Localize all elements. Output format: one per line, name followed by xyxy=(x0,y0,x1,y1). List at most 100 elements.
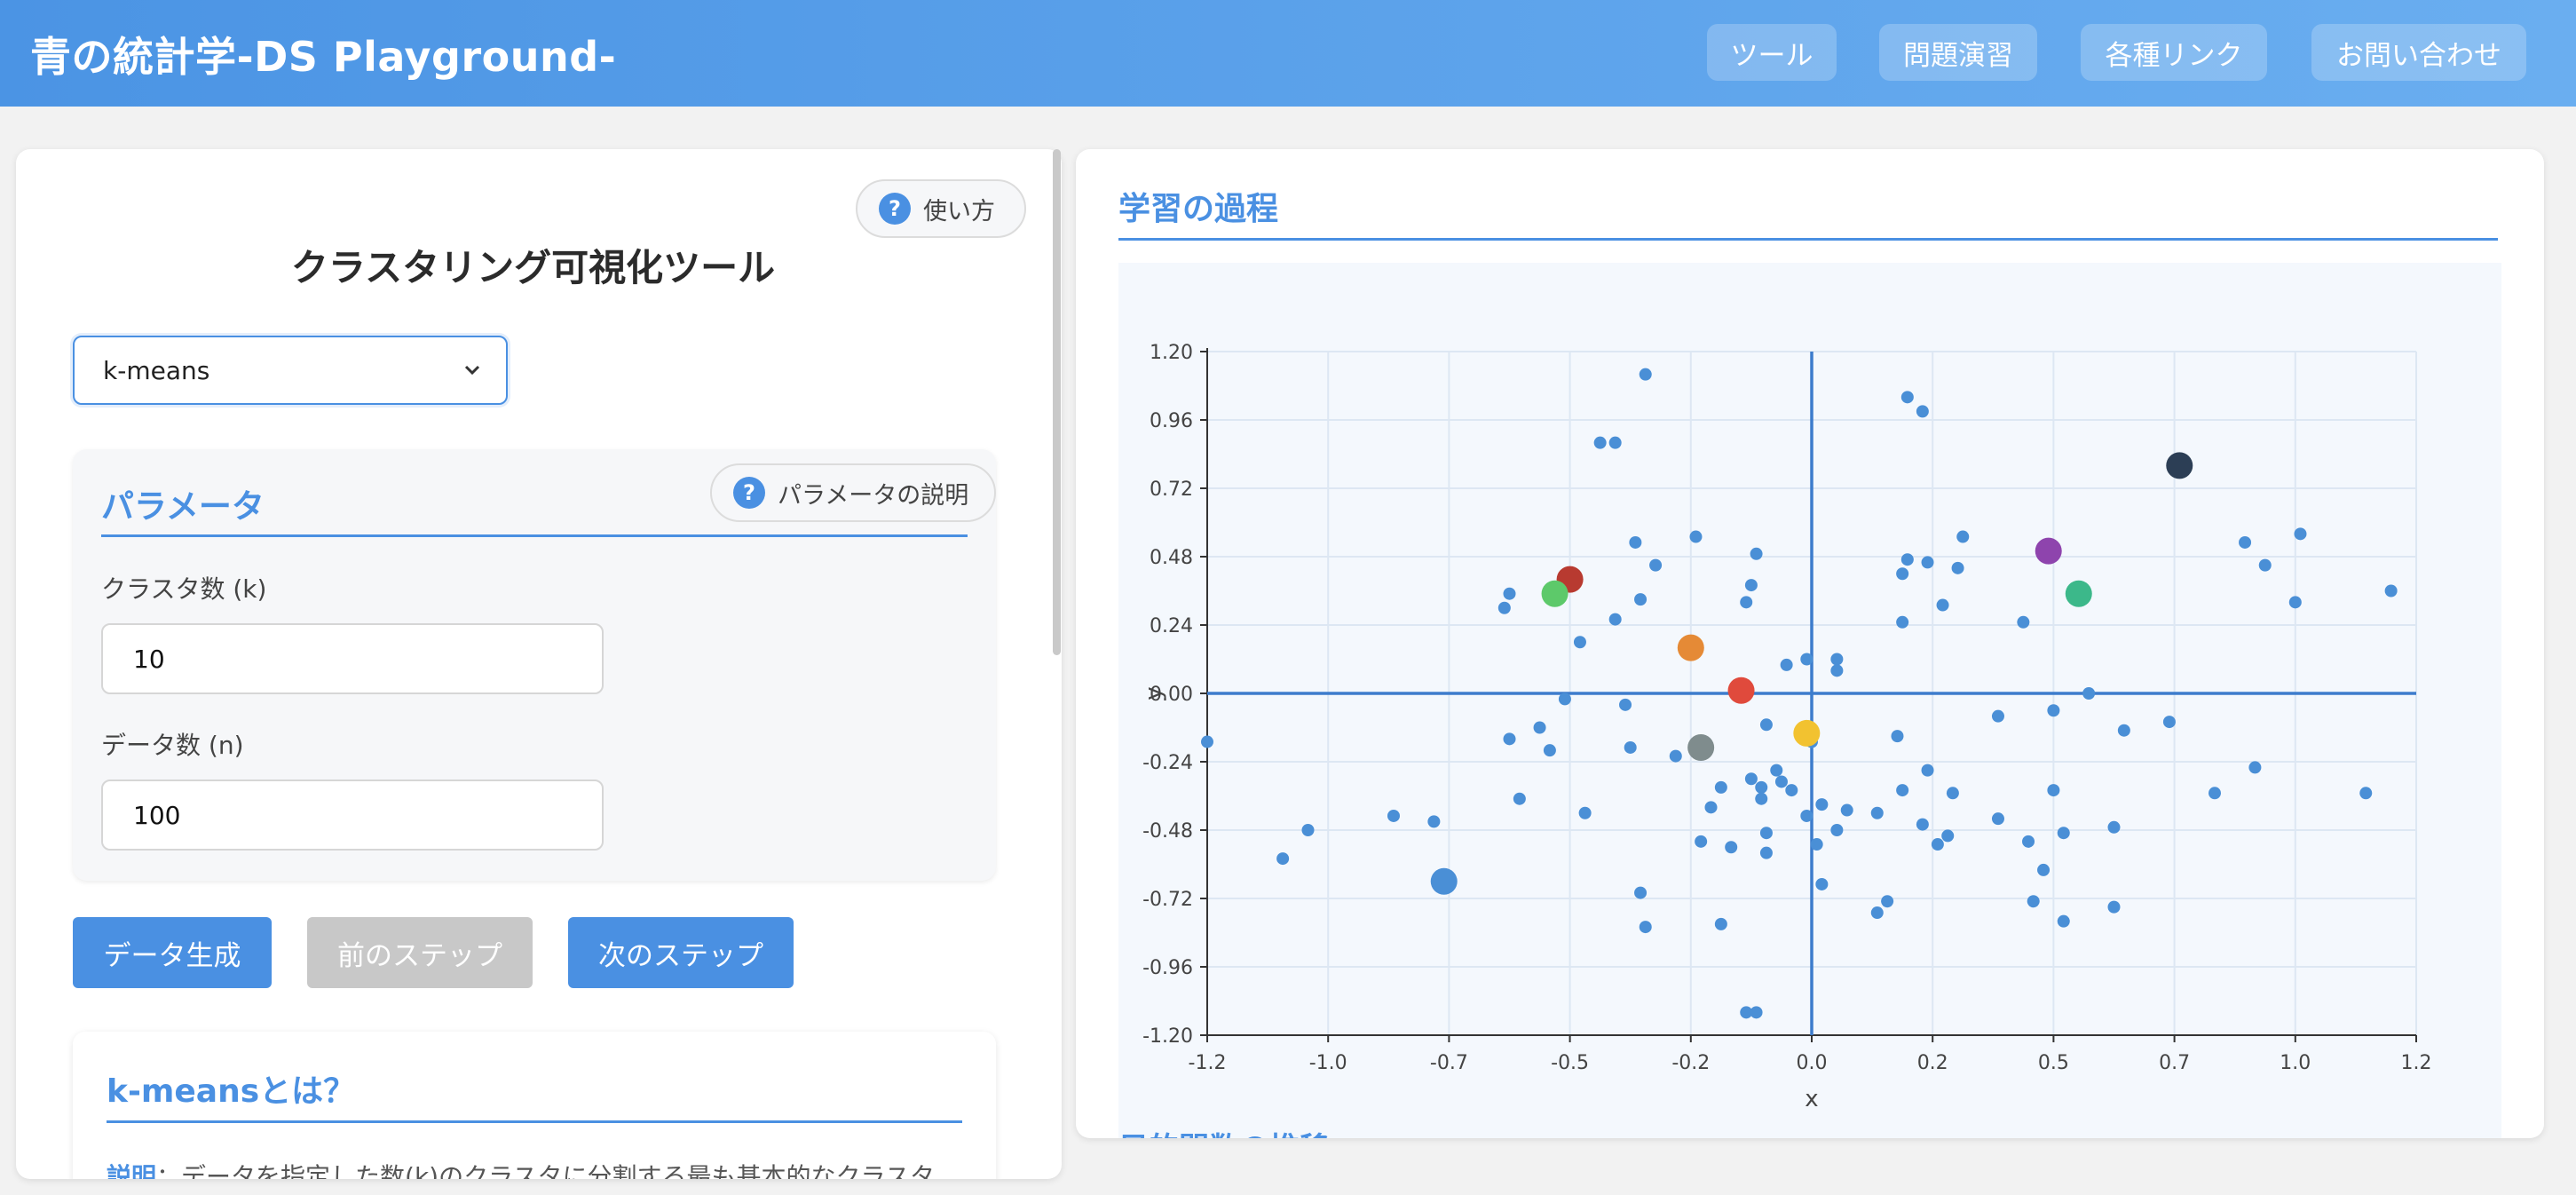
data-point xyxy=(2162,716,2176,729)
nav-tools-button[interactable]: ツール xyxy=(1707,24,1837,81)
y-tick-label: -0.24 xyxy=(1142,752,1193,774)
chart-area: -1.2 -1.0 -0.7 -0.5 -0.2 0.0 0.2 0.5 0.7 1.0 1.2 1.… xyxy=(1118,263,2501,1138)
centroid-point xyxy=(1793,719,1821,747)
centroid-point xyxy=(1541,580,1569,607)
objective-title: 目的関数の推移 xyxy=(1118,1124,1330,1138)
data-point xyxy=(1639,921,1652,934)
data-point xyxy=(1946,787,1959,800)
data-point xyxy=(2047,704,2060,717)
section-divider xyxy=(107,1120,962,1123)
info-description: 説明：データを指定した数(k)のクラスタに分割する最も基本的なクラスタ xyxy=(107,1158,985,1179)
data-point xyxy=(1744,579,1758,592)
y-tick-label: -1.20 xyxy=(1142,1025,1193,1048)
data-point xyxy=(1573,636,1586,649)
parameter-help-label: パラメータの説明 xyxy=(778,481,969,510)
data-point xyxy=(1201,735,1213,748)
data-point xyxy=(1578,806,1592,819)
x-tick-label: -1.2 xyxy=(1189,1052,1227,1074)
section-divider xyxy=(101,534,968,537)
data-point xyxy=(2022,835,2035,848)
parameter-panel: パラメータ ? パラメータの説明 クラスタ数 (k) 10 データ数 (n) 1… xyxy=(73,449,996,881)
data-point xyxy=(1941,829,1955,843)
data-point xyxy=(1830,653,1844,666)
x-tick-label: 0.7 xyxy=(2159,1052,2190,1074)
left-panel-scrollbar[interactable] xyxy=(1053,149,1061,655)
data-point xyxy=(2239,535,2252,549)
parameter-title: パラメータ xyxy=(101,487,265,526)
data-point xyxy=(1921,764,1934,777)
data-point xyxy=(2359,787,2373,800)
data-point xyxy=(1669,749,1682,763)
data-point xyxy=(2258,558,2272,572)
chevron-down-icon xyxy=(464,365,480,376)
data-point xyxy=(1624,740,1637,754)
data-point xyxy=(1704,801,1718,814)
y-tick-label: -0.72 xyxy=(1142,889,1193,911)
data-point xyxy=(1759,718,1773,732)
usage-help-button[interactable]: ? 使い方 xyxy=(856,179,1026,238)
scatter-plot[interactable]: -1.2 -1.0 -0.7 -0.5 -0.2 0.0 0.2 0.5 0.7 1.0 1.2 1.… xyxy=(1118,263,2501,1138)
data-point xyxy=(1276,852,1290,866)
nav-links-button[interactable]: 各種リンク xyxy=(2081,24,2267,81)
data-point xyxy=(2384,584,2398,598)
y-tick-label: 1.20 xyxy=(1150,342,1193,364)
next-step-button[interactable]: 次のステップ xyxy=(568,917,794,988)
data-point xyxy=(1900,553,1914,566)
data-point xyxy=(1608,613,1622,626)
x-tick-label: 1.2 xyxy=(2401,1052,2432,1074)
generate-data-button[interactable]: データ生成 xyxy=(73,917,272,988)
algorithm-select[interactable]: k-means xyxy=(73,336,508,405)
nav-exercises-button[interactable]: 問題演習 xyxy=(1879,24,2037,81)
data-point xyxy=(1921,556,1934,569)
data-point xyxy=(1714,917,1727,930)
info-desc-label: 説明 xyxy=(107,1162,157,1179)
data-point xyxy=(1774,775,1788,788)
data-point xyxy=(1840,803,1853,817)
data-point xyxy=(1896,615,1909,629)
data-point xyxy=(2248,761,2262,774)
question-icon: ? xyxy=(733,477,765,509)
x-tick-label: -0.7 xyxy=(1430,1052,1468,1074)
data-point xyxy=(1815,798,1829,811)
x-tick-label: 0.5 xyxy=(2038,1052,2069,1074)
centroid-point xyxy=(2035,537,2062,565)
data-point xyxy=(1497,601,1511,614)
data-point xyxy=(1870,806,1884,819)
data-point xyxy=(1916,818,1929,831)
data-point xyxy=(1750,547,1763,560)
parameter-help-button[interactable]: ? パラメータの説明 xyxy=(710,463,996,522)
data-point xyxy=(1951,561,1964,574)
y-tick-label: -0.96 xyxy=(1142,957,1193,979)
centroid-point xyxy=(1687,733,1715,761)
data-point xyxy=(1755,780,1768,794)
question-icon: ? xyxy=(879,193,911,225)
data-point xyxy=(1900,391,1914,404)
data-point xyxy=(2107,900,2121,914)
data-point xyxy=(2057,827,2070,840)
n-label: データ数 (n) xyxy=(101,731,244,760)
data-point xyxy=(1896,567,1909,581)
data-point xyxy=(1780,658,1793,671)
data-point xyxy=(2057,914,2070,928)
data-point xyxy=(1744,772,1758,786)
data-point xyxy=(1891,730,1904,743)
y-tick-label: 0.48 xyxy=(1150,547,1193,569)
n-input[interactable]: 100 xyxy=(101,780,604,851)
data-point xyxy=(2107,820,2121,834)
k-input[interactable]: 10 xyxy=(101,623,604,694)
data-point xyxy=(1639,368,1652,381)
data-point xyxy=(1558,692,1571,706)
data-point xyxy=(1830,824,1844,836)
algorithm-select-value: k-means xyxy=(103,355,210,385)
data-point xyxy=(1991,709,2004,723)
tool-title: クラスタリング可視化ツール xyxy=(290,246,776,289)
data-point xyxy=(2082,687,2096,700)
nav-contact-button[interactable]: お問い合わせ xyxy=(2311,24,2526,81)
x-axis-label: x xyxy=(1805,1086,1818,1112)
x-tick-label: 0.0 xyxy=(1797,1052,1828,1074)
x-tick-label: 0.2 xyxy=(1917,1052,1948,1074)
site-brand[interactable]: 青の統計学-DS Playground- xyxy=(30,25,616,83)
data-point xyxy=(1629,535,1642,549)
data-point xyxy=(1991,812,2004,826)
prev-step-button[interactable]: 前のステップ xyxy=(307,917,533,988)
